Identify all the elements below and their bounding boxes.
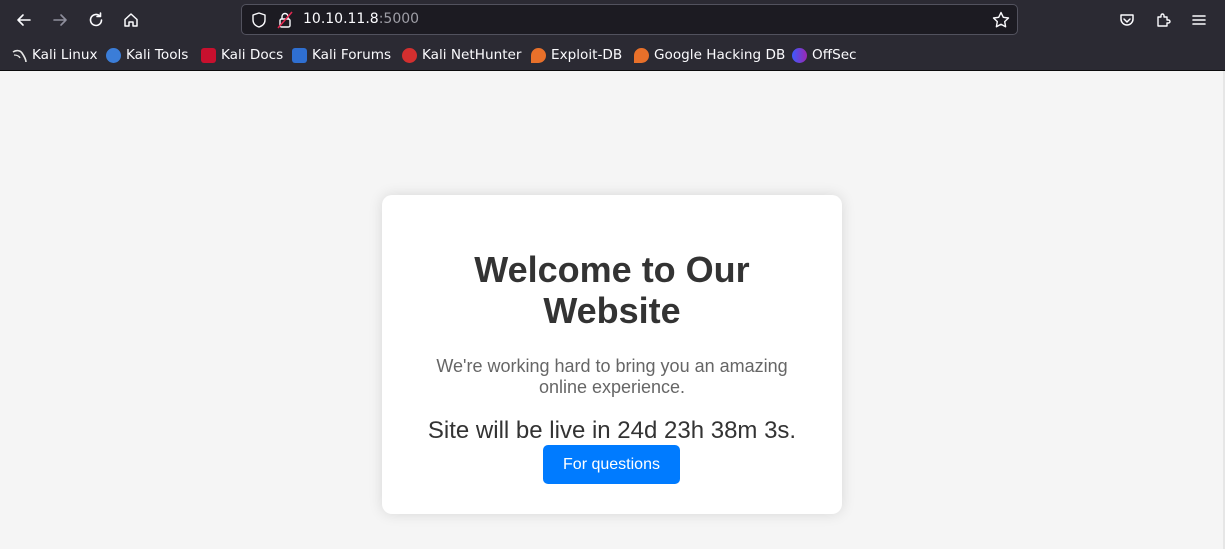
bookmark-label: Kali Forums — [312, 47, 392, 63]
for-questions-button[interactable]: For questions — [543, 445, 680, 484]
extensions-button[interactable] — [1151, 8, 1175, 32]
hamburger-menu-icon — [1192, 15, 1206, 25]
coming-soon-card: Welcome to Our Website We're working har… — [382, 195, 842, 514]
kali-nethunter-icon — [402, 47, 417, 63]
bookmark-label: Kali Linux — [32, 47, 98, 63]
bookmark-star-icon[interactable] — [991, 10, 1011, 30]
bookmark-label: Kali Docs — [221, 47, 284, 63]
tracking-protection-shield-icon[interactable] — [250, 11, 268, 29]
kali-forums-icon — [292, 47, 307, 63]
address-bar[interactable]: 10.10.11.8:5000 — [241, 4, 1018, 35]
navigation-toolbar: 10.10.11.8:5000 — [0, 0, 1225, 40]
reload-button[interactable] — [83, 7, 109, 33]
bookmark-kali-tools[interactable]: Kali Tools — [106, 45, 188, 65]
bookmark-label: Kali NetHunter — [422, 47, 522, 63]
page-subtitle: We're working hard to bring you an amazi… — [436, 356, 788, 397]
pocket-button[interactable] — [1115, 8, 1139, 32]
ghdb-icon — [634, 47, 649, 63]
browser-chrome: 10.10.11.8:5000 Kali Linux Kali Tools Ka… — [0, 0, 1225, 71]
pocket-icon — [1120, 14, 1134, 26]
countdown-text: Site will be live in 24d 23h 38m 3s. — [427, 417, 797, 444]
bookmark-label: Google Hacking DB — [654, 47, 786, 63]
insecure-lock-icon[interactable] — [277, 11, 293, 29]
kali-dragon-icon — [12, 48, 27, 63]
puzzle-icon — [1157, 13, 1171, 27]
kali-docs-icon — [201, 47, 216, 63]
bookmark-kali-linux[interactable]: Kali Linux — [12, 45, 98, 65]
bookmark-label: Kali Tools — [126, 47, 189, 63]
reload-icon — [89, 12, 103, 27]
bookmark-google-hacking-db[interactable]: Google Hacking DB — [634, 45, 785, 65]
bookmarks-toolbar: Kali Linux Kali Tools Kali Docs Kali For… — [0, 40, 1225, 70]
url-text[interactable]: 10.10.11.8:5000 — [303, 11, 419, 27]
bookmark-kali-docs[interactable]: Kali Docs — [201, 45, 283, 65]
forward-button[interactable] — [47, 7, 73, 33]
url-host: 10.10.11.8 — [303, 11, 379, 27]
bookmark-kali-nethunter[interactable]: Kali NetHunter — [402, 45, 521, 65]
bookmark-label: Exploit-DB — [551, 47, 623, 63]
offsec-icon — [792, 47, 807, 63]
back-arrow-icon — [17, 14, 31, 26]
bookmark-label: OffSec — [812, 47, 857, 63]
home-icon — [124, 13, 138, 27]
page-title: Welcome to Our Website — [474, 249, 750, 331]
bookmark-kali-forums[interactable]: Kali Forums — [292, 45, 391, 65]
kali-tools-icon — [106, 47, 121, 63]
forward-arrow-icon — [53, 14, 67, 26]
url-port: :5000 — [378, 11, 420, 27]
home-button[interactable] — [118, 7, 144, 33]
back-button[interactable] — [11, 7, 37, 33]
bookmark-offsec[interactable]: OffSec — [792, 45, 857, 65]
bookmark-exploit-db[interactable]: Exploit-DB — [531, 45, 622, 65]
menu-button[interactable] — [1187, 8, 1211, 32]
exploit-db-icon — [531, 47, 546, 63]
